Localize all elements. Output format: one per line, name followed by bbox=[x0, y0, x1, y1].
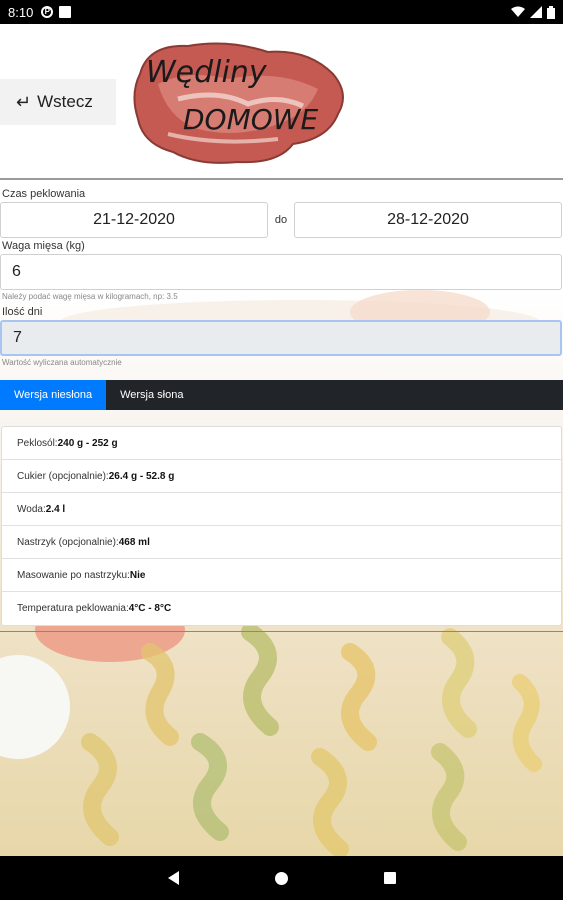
result-value: 26.4 g - 52.8 g bbox=[108, 470, 175, 482]
meat-weight-label: Waga mięsa (kg) bbox=[2, 240, 85, 252]
logo: Wędliny DOMOWE bbox=[133, 42, 344, 164]
result-label: Woda: bbox=[17, 503, 46, 515]
app-header: ↵ Wstecz Wędliny DOMOWE bbox=[0, 24, 563, 180]
result-value: 4°C - 8°C bbox=[128, 603, 172, 614]
meat-weight-hint: Należy podać wagę mięsa w kilogramach, n… bbox=[2, 292, 178, 301]
result-label: Cukier (opcjonalnie): bbox=[17, 470, 109, 482]
divider bbox=[0, 631, 563, 632]
wifi-icon bbox=[511, 6, 525, 17]
result-value: 240 g - 252 g bbox=[57, 437, 118, 449]
days-hint: Wartość wyliczana automatycznie bbox=[2, 358, 122, 367]
nav-home-icon[interactable] bbox=[274, 871, 288, 885]
days-label: Ilość dni bbox=[2, 306, 43, 318]
status-time: 8:10 bbox=[8, 4, 34, 20]
result-water: Woda: 2.4 l bbox=[2, 493, 561, 526]
result-label: Temperatura peklowania: bbox=[17, 603, 129, 614]
curing-form: Czas peklowania 21-12-2020 do 28-12-2020… bbox=[0, 186, 563, 370]
curing-time-label: Czas peklowania bbox=[2, 188, 86, 200]
result-value: 2.4 l bbox=[45, 503, 66, 515]
logo-text-bottom: DOMOWE bbox=[183, 103, 318, 136]
result-label: Peklosól: bbox=[17, 437, 58, 449]
sd-card-icon bbox=[59, 6, 72, 18]
results-list: Peklosól: 240 g - 252 g Cukier (opcjonal… bbox=[1, 426, 562, 626]
result-label: Nastrzyk (opcjonalnie): bbox=[17, 536, 119, 548]
result-curing-salt: Peklosól: 240 g - 252 g bbox=[2, 427, 561, 460]
battery-icon bbox=[547, 5, 555, 19]
meat-weight-input[interactable]: 6 bbox=[0, 254, 562, 290]
result-massaging: Masowanie po nastrzyku: Nie bbox=[2, 559, 561, 592]
nav-recents-icon[interactable] bbox=[383, 872, 396, 884]
status-bar: 8:10 P bbox=[0, 0, 563, 24]
tab-salted[interactable]: Wersja słona bbox=[106, 380, 197, 410]
result-value: Nie bbox=[129, 569, 146, 581]
back-arrow-icon: ↵ bbox=[16, 91, 32, 112]
date-to-input[interactable]: 28-12-2020 bbox=[294, 202, 562, 238]
signal-icon bbox=[530, 6, 542, 18]
date-separator: do bbox=[274, 214, 288, 226]
system-navbar bbox=[0, 856, 563, 900]
logo-text-top: Wędliny bbox=[146, 55, 268, 90]
result-value: 468 ml bbox=[118, 536, 150, 548]
back-button[interactable]: ↵ Wstecz bbox=[0, 79, 116, 125]
result-sugar: Cukier (opcjonalnie): 26.4 g - 52.8 g bbox=[2, 460, 561, 493]
nav-back-icon[interactable] bbox=[167, 871, 179, 885]
parking-icon: P bbox=[41, 6, 54, 18]
result-label: Masowanie po nastrzyku: bbox=[17, 569, 130, 581]
result-temperature: Temperatura peklowania: 4°C - 8°C bbox=[2, 592, 561, 625]
days-input[interactable]: 7 bbox=[0, 320, 562, 356]
back-button-label: Wstecz bbox=[37, 92, 93, 111]
result-injection: Nastrzyk (opcjonalnie): 468 ml bbox=[2, 526, 561, 559]
tab-unsalted[interactable]: Wersja niesłona bbox=[0, 380, 107, 410]
version-tabs: Wersja niesłona Wersja słona bbox=[0, 380, 563, 410]
date-from-input[interactable]: 21-12-2020 bbox=[0, 202, 268, 238]
